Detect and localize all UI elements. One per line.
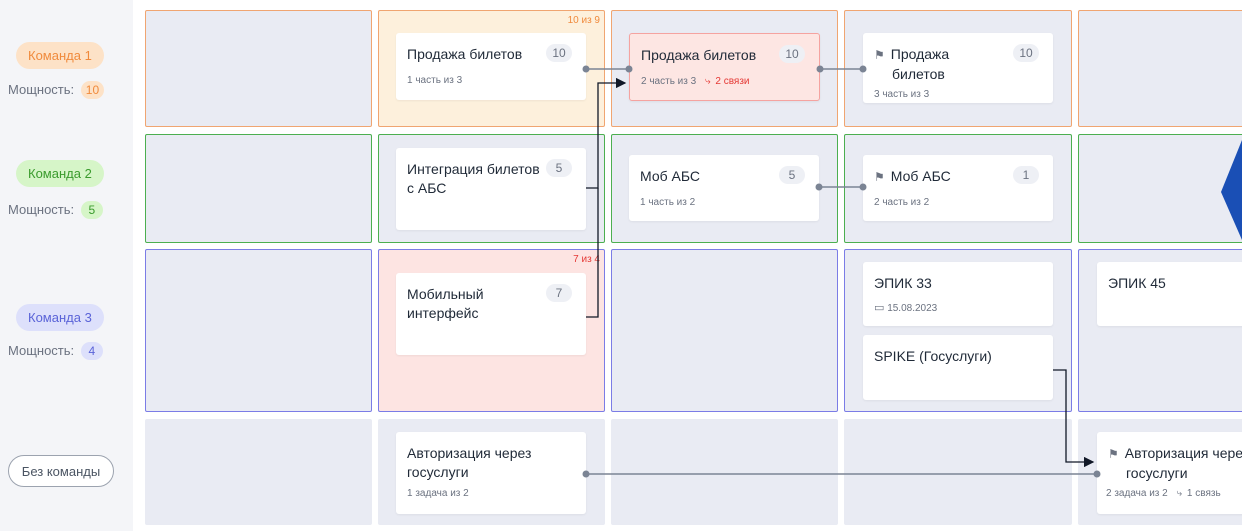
- dependency-arrow-mobile-ui: [586, 188, 599, 318]
- dependency-arrow-integration: [586, 77, 627, 189]
- link-dot: [859, 65, 867, 73]
- link-dot: [816, 65, 824, 73]
- link-dot: [1093, 470, 1101, 478]
- link-dot: [859, 183, 867, 191]
- link-dot: [582, 470, 590, 478]
- dependency-lines: [582, 65, 1242, 478]
- link-dot: [625, 65, 633, 73]
- arrow-decor-icon: [1221, 140, 1242, 240]
- dependency-arrow-spike: [1053, 369, 1095, 468]
- link-dot: [582, 65, 590, 73]
- link-dot: [815, 183, 823, 191]
